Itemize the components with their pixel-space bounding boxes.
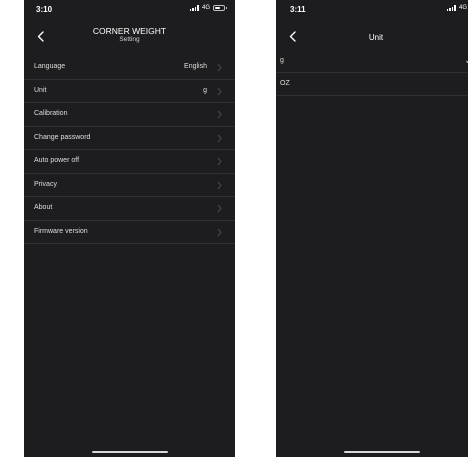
- unit-option-label: g: [280, 57, 284, 64]
- signal-icon: [446, 5, 456, 11]
- status-time: 3:11: [290, 5, 306, 14]
- settings-item-label: Unit: [34, 86, 47, 94]
- status-bar: 3:10 4G: [24, 0, 235, 18]
- status-indicators: 4G: [446, 5, 468, 11]
- status-bar: 3:11 4G: [276, 0, 468, 18]
- settings-item-value: g: [203, 86, 207, 94]
- home-indicator[interactable]: [92, 451, 168, 453]
- page-title: Unit: [368, 33, 384, 42]
- network-label: 4G: [458, 5, 467, 11]
- settings-item-auto-power-off[interactable]: Auto power off: [24, 150, 235, 174]
- nav-bar: CORNER WEIGHT Setting: [24, 22, 235, 52]
- settings-item-label: Language: [34, 63, 66, 70]
- settings-item-label: Auto power off: [34, 157, 80, 164]
- chevron-right-icon: [215, 134, 223, 143]
- chevron-right-icon: [215, 63, 223, 72]
- settings-item-unit[interactable]: Unit g: [24, 80, 235, 103]
- unit-option-g[interactable]: g: [276, 50, 468, 73]
- settings-item-privacy[interactable]: Privacy: [24, 174, 235, 197]
- network-label: 4G: [201, 5, 210, 11]
- page-title: CORNER WEIGHT: [92, 26, 167, 36]
- settings-item-language[interactable]: Language English: [24, 56, 235, 80]
- settings-item-label: Firmware version: [34, 227, 88, 235]
- settings-item-label: Change password: [34, 133, 91, 141]
- nav-title-group: Unit: [276, 33, 468, 43]
- settings-item-label: About: [34, 204, 53, 211]
- unit-screen: 3:11 4G Unit g OZ: [276, 0, 468, 457]
- settings-item-label: Calibration: [34, 110, 68, 117]
- nav-title-group: CORNER WEIGHT Setting: [24, 26, 235, 44]
- settings-screen: 3:10 4G CORNER WEIGHT Setting Language E…: [24, 0, 235, 457]
- unit-options-list: g OZ: [276, 50, 468, 96]
- battery-icon: [213, 5, 227, 11]
- chevron-right-icon: [215, 87, 223, 96]
- nav-bar: Unit: [276, 22, 468, 52]
- page-subtitle: Setting: [119, 36, 140, 43]
- chevron-right-icon: [215, 228, 223, 237]
- home-indicator[interactable]: [344, 451, 420, 453]
- settings-item-calibration[interactable]: Calibration: [24, 103, 235, 127]
- chevron-right-icon: [215, 204, 223, 213]
- status-indicators: 4G: [189, 5, 227, 11]
- unit-option-oz[interactable]: OZ: [276, 73, 468, 96]
- status-time: 3:10: [36, 5, 53, 14]
- chevron-right-icon: [215, 110, 223, 119]
- settings-item-about[interactable]: About: [24, 197, 235, 221]
- chevron-right-icon: [215, 157, 223, 166]
- screenshot-canvas: 3:10 4G CORNER WEIGHT Setting Language E…: [0, 0, 468, 457]
- unit-option-label: OZ: [280, 80, 290, 87]
- settings-item-change-password[interactable]: Change password: [24, 127, 235, 150]
- chevron-right-icon: [215, 181, 223, 190]
- settings-item-firmware-version[interactable]: Firmware version: [24, 221, 235, 244]
- settings-list: Language English Unit g Calibration Chan…: [24, 56, 235, 244]
- settings-item-value: English: [184, 63, 207, 70]
- signal-icon: [189, 5, 199, 11]
- settings-item-label: Privacy: [34, 180, 57, 188]
